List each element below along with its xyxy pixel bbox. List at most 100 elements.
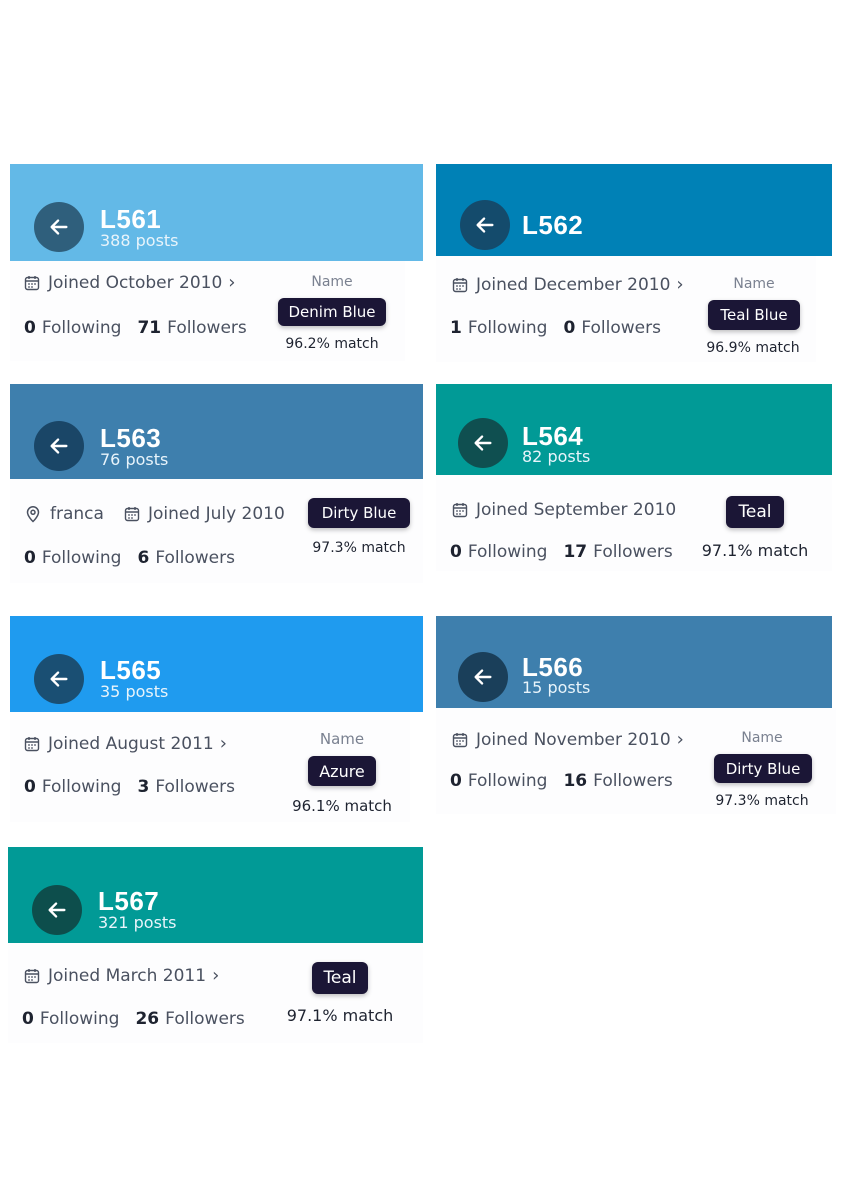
color-name-badge: Denim Blue xyxy=(278,298,386,326)
following-count[interactable]: 0 xyxy=(22,1009,34,1029)
back-button[interactable] xyxy=(32,885,82,935)
chevron-right-icon: › xyxy=(228,272,236,293)
follow-stats: 0 Following 71 Followers xyxy=(24,318,247,338)
profile-card-l563: L563 76 posts franca Joined July 2010 0 … xyxy=(10,384,423,584)
posts-count: 76 posts xyxy=(100,450,169,469)
following-label[interactable]: Following xyxy=(468,318,548,338)
profile-title: L562 xyxy=(522,210,584,240)
joined-link[interactable]: Joined December 2010 › xyxy=(452,274,684,295)
calendar-icon xyxy=(124,507,140,522)
followers-label[interactable]: Followers xyxy=(165,1009,245,1029)
back-button[interactable] xyxy=(458,652,508,702)
calendar-icon xyxy=(452,732,468,747)
posts-count: 35 posts xyxy=(100,682,169,701)
joined-date: Joined September 2010 xyxy=(476,500,677,520)
joined-link[interactable]: Joined July 2010 xyxy=(124,504,285,524)
match-score: 97.1% match xyxy=(286,1006,394,1025)
name-label: Name xyxy=(741,730,783,746)
chevron-right-icon: › xyxy=(676,729,684,750)
profile-title: L565 xyxy=(100,655,162,685)
joined-link[interactable]: Joined November 2010 › xyxy=(452,729,684,750)
following-label[interactable]: Following xyxy=(468,542,548,562)
following-count[interactable]: 0 xyxy=(24,548,36,568)
follow-stats: 0 Following 6 Followers xyxy=(24,548,235,568)
match-score: 96.2% match xyxy=(285,336,379,352)
joined-date: Joined October 2010 xyxy=(48,272,223,293)
followers-count[interactable]: 17 xyxy=(563,542,587,562)
joined-date: Joined July 2010 xyxy=(148,504,285,524)
name-label: Name xyxy=(733,276,775,292)
joined-link[interactable]: Joined March 2011 › xyxy=(24,965,219,986)
follow-stats: 0 Following 3 Followers xyxy=(24,777,235,797)
profile-title: L561 xyxy=(100,204,162,234)
following-count[interactable]: 0 xyxy=(450,771,462,791)
following-count[interactable]: 0 xyxy=(24,318,36,338)
followers-count[interactable]: 16 xyxy=(563,771,587,791)
following-count[interactable]: 1 xyxy=(450,318,462,338)
follow-stats: 0 Following 26 Followers xyxy=(22,1009,245,1029)
posts-count: 82 posts xyxy=(522,447,591,466)
back-button[interactable] xyxy=(34,654,84,704)
joined-date: Joined March 2011 xyxy=(48,965,207,986)
following-count[interactable]: 0 xyxy=(450,542,462,562)
match-score: 97.3% match xyxy=(715,793,809,809)
color-name-badge: Teal Blue xyxy=(708,300,800,330)
match-score: 97.1% match xyxy=(701,541,809,560)
match-score: 97.3% match xyxy=(312,540,406,556)
posts-count: 15 posts xyxy=(522,678,591,697)
back-button[interactable] xyxy=(460,200,510,250)
followers-count[interactable]: 26 xyxy=(135,1009,159,1029)
followers-count[interactable]: 6 xyxy=(137,548,149,568)
joined-link[interactable]: Joined August 2011 › xyxy=(24,733,227,754)
match-score: 96.1% match xyxy=(292,797,392,815)
profile-card-l566: L566 15 posts Joined November 2010 › 0 F… xyxy=(436,616,836,816)
joined-date: Joined August 2011 xyxy=(48,733,214,754)
arrow-left-icon xyxy=(474,669,492,685)
following-label[interactable]: Following xyxy=(40,1009,120,1029)
follow-stats: 0 Following 17 Followers xyxy=(450,542,673,562)
followers-label[interactable]: Followers xyxy=(593,542,673,562)
profile-card-l564: L564 82 posts Joined September 2010 0 Fo… xyxy=(436,384,832,584)
arrow-left-icon xyxy=(50,219,68,235)
followers-label[interactable]: Followers xyxy=(593,771,673,791)
calendar-icon xyxy=(24,968,40,983)
profile-card-l567: L567 321 posts Joined March 2011 › 0 Fol… xyxy=(8,847,423,1047)
arrow-left-icon xyxy=(50,671,68,687)
followers-label[interactable]: Followers xyxy=(167,318,247,338)
chevron-right-icon: › xyxy=(212,965,220,986)
chevron-right-icon: › xyxy=(676,274,684,295)
back-button[interactable] xyxy=(458,418,508,468)
color-name-badge: Dirty Blue xyxy=(308,498,410,528)
followers-count[interactable]: 71 xyxy=(137,318,161,338)
calendar-icon xyxy=(452,503,468,518)
joined-link[interactable]: Joined October 2010 › xyxy=(24,272,235,293)
profile-title: L564 xyxy=(522,421,584,451)
arrow-left-icon xyxy=(476,217,494,233)
following-label[interactable]: Following xyxy=(468,771,548,791)
location-text: franca xyxy=(50,504,104,524)
follow-stats: 1 Following 0 Followers xyxy=(450,318,661,338)
joined-link[interactable]: Joined September 2010 xyxy=(452,500,676,520)
posts-count: 321 posts xyxy=(98,913,177,932)
followers-label[interactable]: Followers xyxy=(155,548,235,568)
followers-label[interactable]: Followers xyxy=(155,777,235,797)
back-button[interactable] xyxy=(34,421,84,471)
arrow-left-icon xyxy=(48,902,66,918)
color-name-badge: Teal xyxy=(312,962,368,994)
profile-card-l562: L562 Joined December 2010 › 1 Following … xyxy=(436,164,832,364)
followers-count[interactable]: 0 xyxy=(563,318,575,338)
name-label: Name xyxy=(311,274,353,290)
profile-title: L566 xyxy=(522,652,584,682)
following-label[interactable]: Following xyxy=(42,548,122,568)
calendar-icon xyxy=(24,736,40,751)
followers-label[interactable]: Followers xyxy=(581,318,661,338)
following-label[interactable]: Following xyxy=(42,318,122,338)
joined-date: Joined December 2010 xyxy=(476,274,671,295)
followers-count[interactable]: 3 xyxy=(137,777,149,797)
following-label[interactable]: Following xyxy=(42,777,122,797)
calendar-icon xyxy=(24,275,40,290)
profile-title: L563 xyxy=(100,423,162,453)
following-count[interactable]: 0 xyxy=(24,777,36,797)
chevron-right-icon: › xyxy=(219,733,227,754)
back-button[interactable] xyxy=(34,202,84,252)
